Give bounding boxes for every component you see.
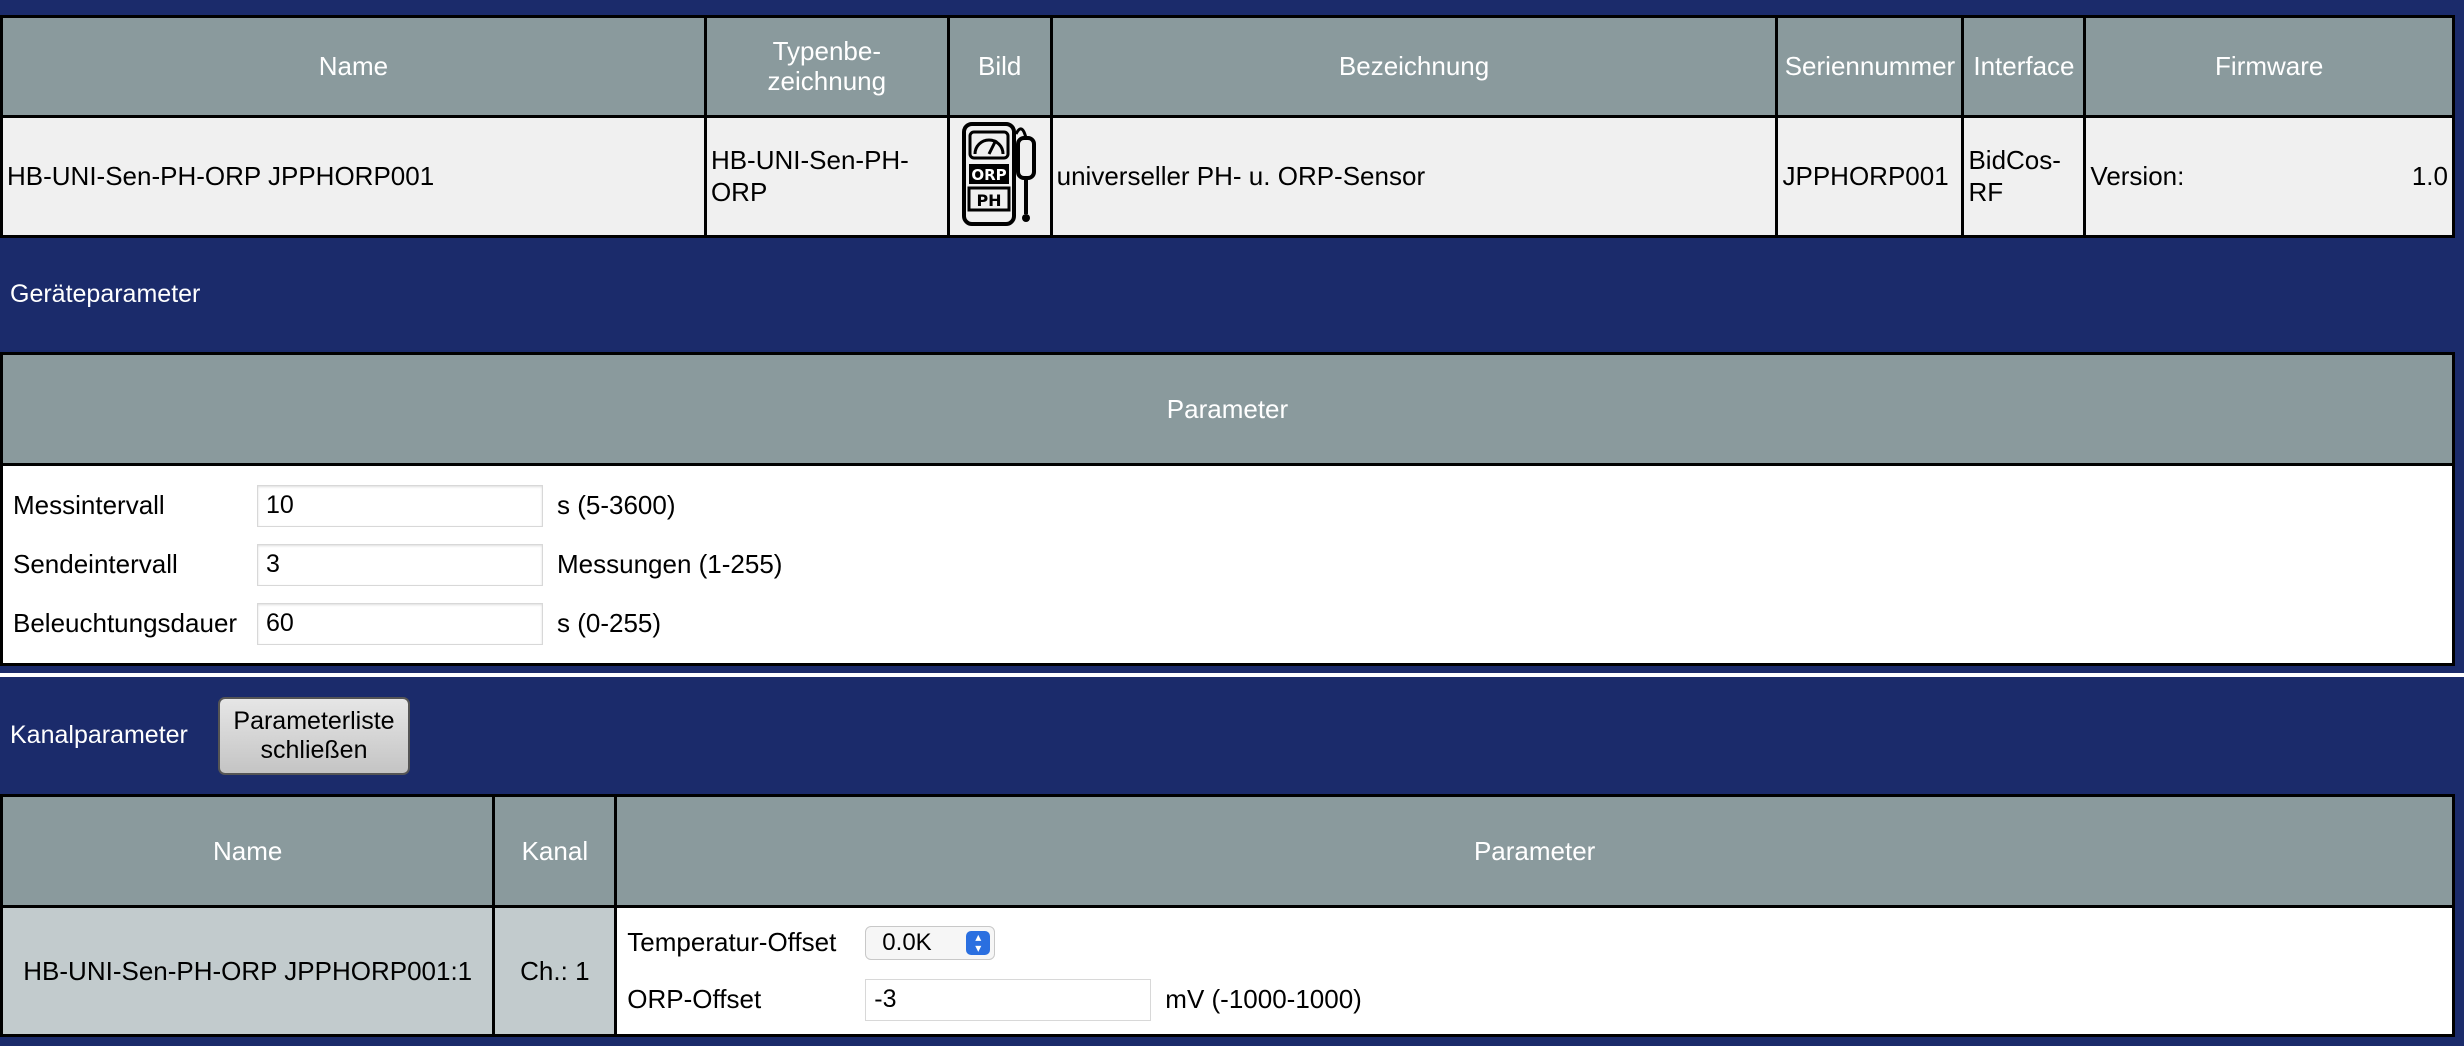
section-divider (0, 673, 2464, 677)
device-header-row: Name Typenbe- zeichnung Bild Bezeichnung… (0, 15, 2455, 118)
temp-offset-value: 0.0K (882, 928, 932, 956)
param-unit: s (5-3600) (557, 490, 676, 520)
temp-offset-label: Temperatur-Offset (627, 927, 837, 957)
chevron-up-down-icon: ▴ ▾ (966, 930, 991, 955)
channel-row: HB-UNI-Sen-PH-ORP JPPHORP001:1 Ch.: 1 Te… (0, 905, 2455, 1037)
orp-offset-input[interactable] (865, 978, 1152, 1021)
temp-offset-row: Temperatur-Offset 0.0K ▴ ▾ (627, 914, 2442, 971)
close-parameter-list-button[interactable]: Parameterliste schließen (218, 697, 410, 775)
messintervall-input[interactable] (257, 484, 543, 527)
col-header-channel-params: Parameter (614, 794, 2455, 908)
svg-text:PH: PH (976, 191, 1001, 210)
device-params-body: Messintervall s (5-3600) Sendeintervall … (0, 463, 2455, 666)
device-description: universeller PH- u. ORP-Sensor (1049, 114, 1779, 239)
beleuchtungsdauer-input[interactable] (257, 602, 543, 645)
channel-header-row: Name Kanal Parameter (0, 794, 2455, 908)
col-header-channel: Kanal (492, 794, 618, 908)
channel-params-body: Temperatur-Offset 0.0K ▴▾ ORP-Offset mV … (614, 905, 2455, 1037)
col-header-channel-name: Name (0, 794, 496, 908)
param-label: Sendeintervall (13, 549, 178, 579)
device-serial: JPPHORP001 (1775, 114, 1965, 239)
param-row-messintervall: Messintervall s (5-3600) (13, 476, 2442, 535)
param-row-sendeintervall: Sendeintervall Messungen (1-255) (13, 535, 2442, 594)
device-type: HB-UNI-Sen-PH-ORP (703, 114, 950, 239)
col-header-name: Name (0, 15, 707, 118)
device-name: HB-UNI-Sen-PH-ORP JPPHORP001 (0, 114, 707, 239)
device-row: HB-UNI-Sen-PH-ORP JPPHORP001 HB-UNI-Sen-… (0, 114, 2455, 239)
col-header-firmware: Firmware (2083, 15, 2455, 118)
param-label: Beleuchtungsdauer (13, 608, 238, 638)
firmware-value: 1.0 (2411, 161, 2448, 191)
orp-offset-unit: mV (-1000-1000) (1165, 984, 1362, 1014)
device-interface: BidCos-RF (1961, 114, 2087, 239)
col-header-serial: Seriennummer (1775, 15, 1965, 118)
orp-offset-row: ORP-Offset mV (-1000-1000) (627, 971, 2442, 1028)
temp-offset-select[interactable]: 0.0K ▴ ▾ (865, 925, 996, 960)
param-row-beleuchtungsdauer: Beleuchtungsdauer s (0-255) (13, 594, 2442, 653)
col-header-description: Bezeichnung (1049, 15, 1779, 118)
channel-number: Ch.: 1 (492, 905, 618, 1037)
device-params-table: Parameter Messintervall s (5-3600) Sende… (0, 352, 2455, 666)
col-header-type: Typenbe- zeichnung (703, 15, 950, 118)
channel-params-table: Name Kanal Parameter HB-UNI-Sen-PH-ORP J… (0, 794, 2455, 1037)
channel-params-title: Kanalparameter (10, 721, 188, 749)
param-label: Messintervall (13, 490, 165, 520)
sendeintervall-input[interactable] (257, 543, 543, 586)
channel-name: HB-UNI-Sen-PH-ORP JPPHORP001:1 (0, 905, 496, 1037)
param-unit: Messungen (1-255) (557, 549, 783, 579)
orp-offset-label: ORP-Offset (627, 984, 762, 1014)
device-table: Name Typenbe- zeichnung Bild Bezeichnung… (0, 15, 2455, 239)
device-params-header: Parameter (0, 352, 2455, 466)
col-header-interface: Interface (1961, 15, 2087, 118)
device-firmware: Version: 1.0 (2083, 114, 2455, 239)
col-header-image: Bild (946, 15, 1053, 118)
firmware-label: Version: (2090, 161, 2185, 191)
ph-orp-meter-icon: ORP PH (961, 122, 1036, 226)
svg-text:ORP: ORP (971, 166, 1006, 184)
device-image: ORP PH (946, 114, 1053, 239)
param-unit: s (0-255) (557, 608, 662, 638)
device-params-title: Geräteparameter (10, 280, 201, 308)
